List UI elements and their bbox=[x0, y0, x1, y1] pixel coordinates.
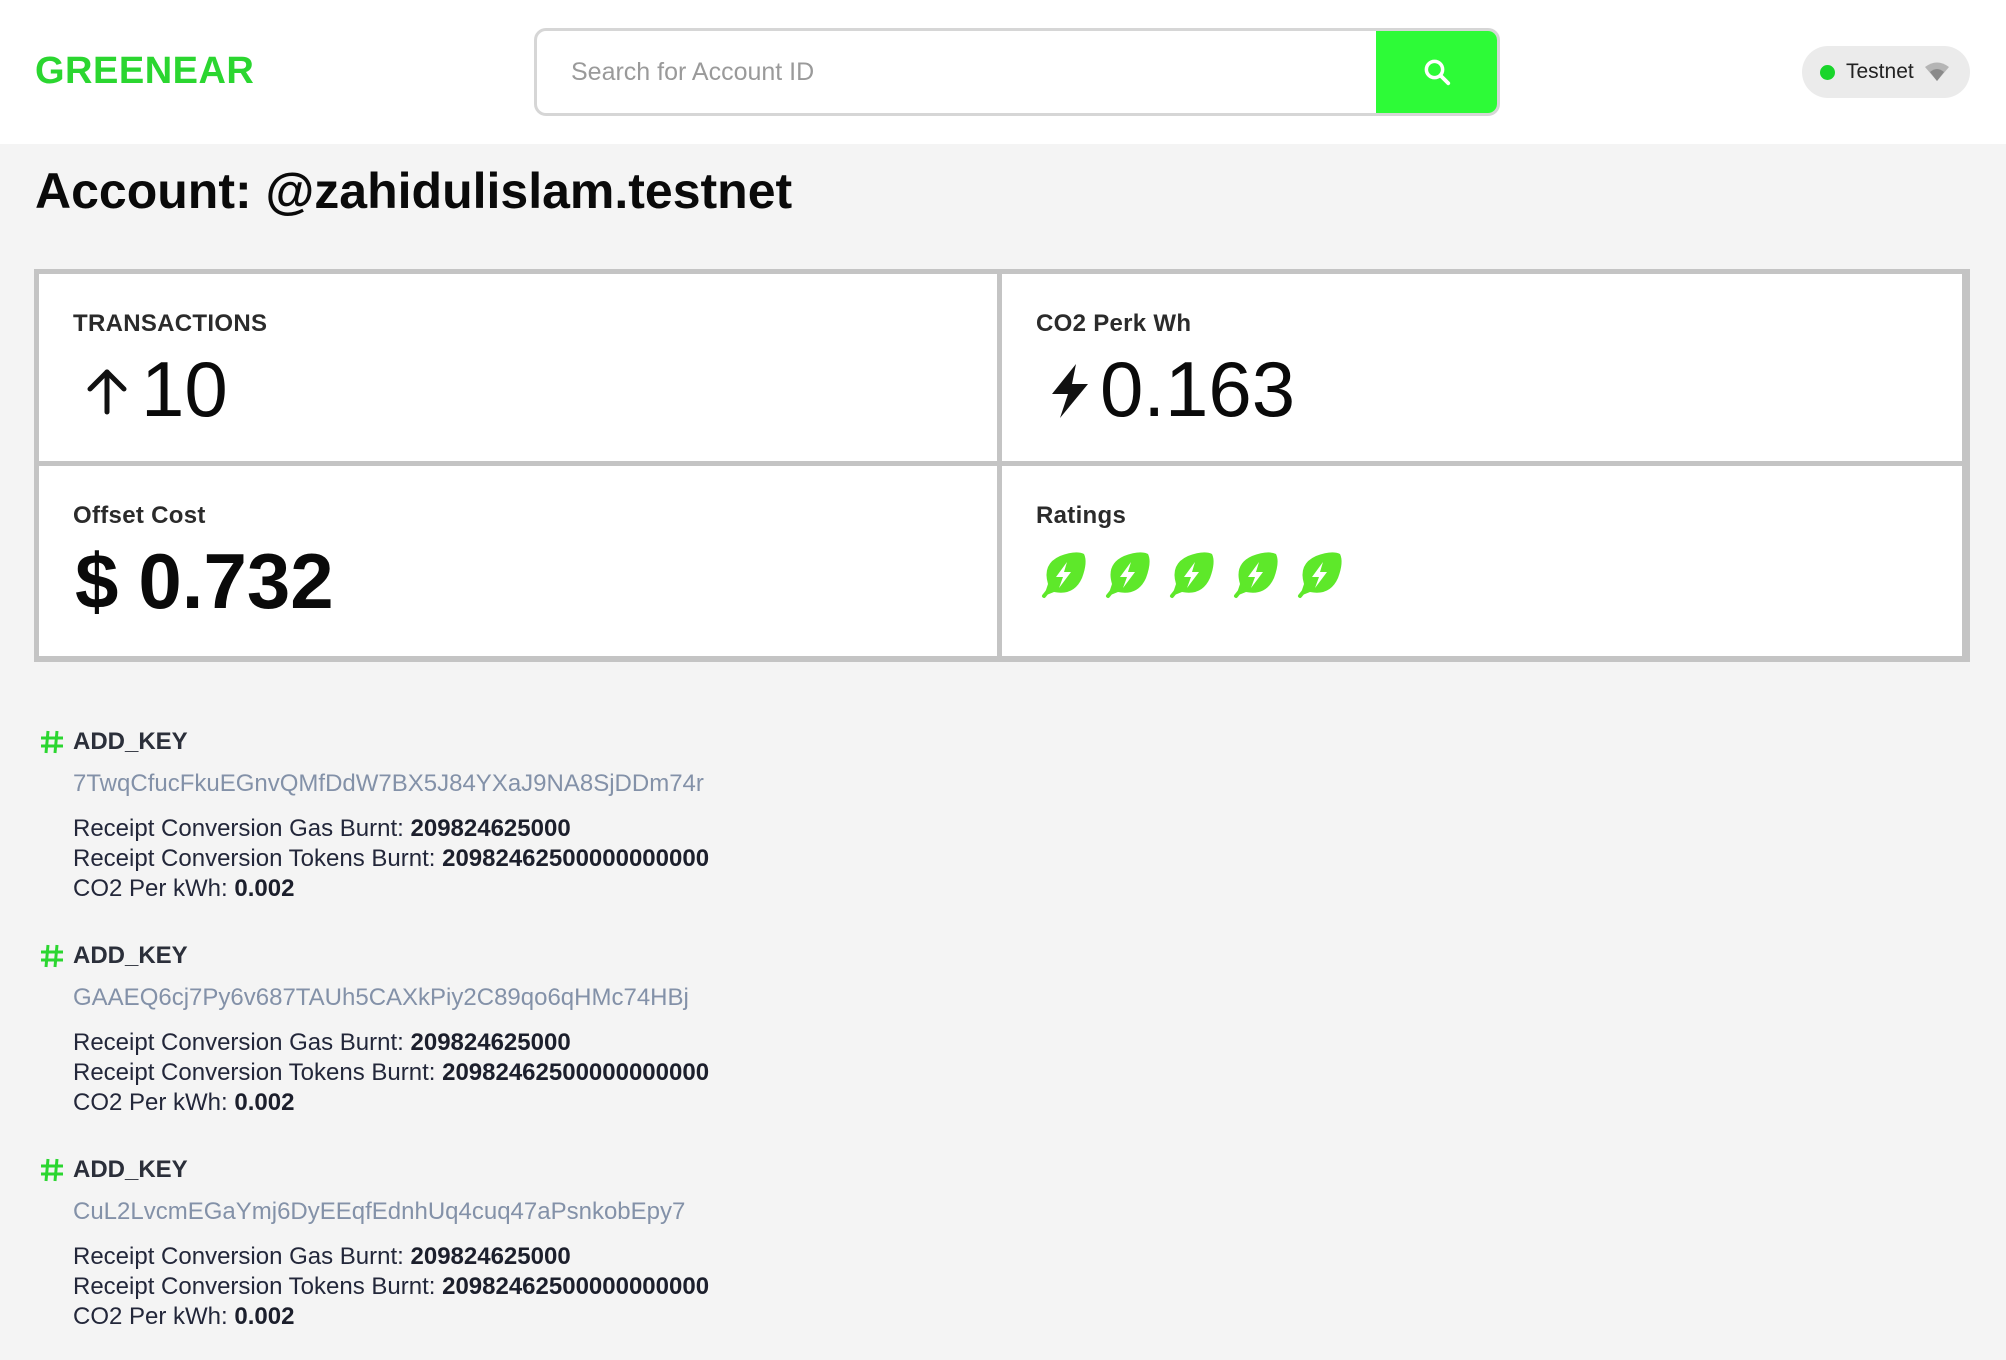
transaction-type: ADD_KEY bbox=[73, 728, 188, 755]
co2-per-kwh-line: CO2 Per kWh: 0.002 bbox=[73, 874, 709, 904]
top-header: GREENEAR Testnet bbox=[0, 0, 2006, 144]
transaction-list: ADD_KEY 7TwqCfucFkuEGnvQMfDdW7BX5J84YXaJ… bbox=[38, 726, 709, 1360]
network-status-dot bbox=[1820, 64, 1835, 80]
gas-burnt-line: Receipt Conversion Gas Burnt: 2098246250… bbox=[73, 1028, 709, 1058]
transaction-hash-link[interactable]: 7TwqCfucFkuEGnvQMfDdW7BX5J84YXaJ9NA8SjDD… bbox=[73, 770, 709, 802]
page-title: Account: @zahidulislam.testnet bbox=[35, 163, 793, 219]
hash-icon bbox=[41, 944, 63, 968]
transaction-details: Receipt Conversion Gas Burnt: 2098246250… bbox=[73, 1028, 709, 1118]
co2-per-kwh-value: 0.002 bbox=[234, 875, 295, 902]
transaction-header: ADD_KEY bbox=[38, 726, 709, 758]
tokens-burnt-value: 20982462500000000000 bbox=[442, 845, 710, 872]
tokens-burnt-line: Receipt Conversion Tokens Burnt: 2098246… bbox=[73, 1272, 709, 1302]
transaction-hash-link[interactable]: GAAEQ6cj7Py6v687TAUh5CAXkPiy2C89qo6qHMc7… bbox=[73, 984, 709, 1016]
transactions-value: 10 bbox=[141, 345, 228, 433]
search-button[interactable] bbox=[1376, 31, 1497, 113]
ratings-row bbox=[1038, 550, 1344, 600]
offset-cost-card: Offset Cost $ 0.732 bbox=[39, 466, 997, 656]
network-label: Testnet bbox=[1846, 60, 1914, 83]
transaction-type: ADD_KEY bbox=[73, 1156, 188, 1183]
ratings-label: Ratings bbox=[1036, 502, 1127, 529]
co2-value: 0.163 bbox=[1100, 345, 1296, 433]
tokens-burnt-line: Receipt Conversion Tokens Burnt: 2098246… bbox=[73, 1058, 709, 1088]
co2-per-kwh-label: CO2 Per kWh: bbox=[73, 875, 228, 902]
arrow-up-icon bbox=[87, 369, 127, 414]
leaf-lightning-icon bbox=[1042, 552, 1086, 598]
transactions-value-row: 10 bbox=[81, 344, 228, 435]
leaf-lightning-icon bbox=[1298, 552, 1342, 598]
offset-cost-label: Offset Cost bbox=[73, 502, 206, 529]
transactions-label: TRANSACTIONS bbox=[73, 310, 268, 337]
transaction-header: ADD_KEY bbox=[38, 1154, 709, 1186]
transaction-details: Receipt Conversion Gas Burnt: 2098246250… bbox=[73, 1242, 709, 1332]
offset-cost-value-row: $ 0.732 bbox=[75, 536, 334, 627]
co2-per-kwh-label: CO2 Per kWh: bbox=[73, 1303, 228, 1330]
gas-burnt-line: Receipt Conversion Gas Burnt: 2098246250… bbox=[73, 814, 709, 844]
co2-per-kwh-value: 0.002 bbox=[234, 1089, 295, 1116]
co2-card: CO2 Perk Wh 0.163 bbox=[1002, 274, 1962, 461]
leaf-lightning-icon bbox=[1106, 552, 1150, 598]
transaction-item: ADD_KEY GAAEQ6cj7Py6v687TAUh5CAXkPiy2C89… bbox=[38, 940, 709, 1118]
tokens-burnt-line: Receipt Conversion Tokens Burnt: 2098246… bbox=[73, 844, 709, 874]
tokens-burnt-value: 20982462500000000000 bbox=[442, 1273, 710, 1300]
leaf-lightning-icon bbox=[1234, 552, 1278, 598]
transaction-item: ADD_KEY 7TwqCfucFkuEGnvQMfDdW7BX5J84YXaJ… bbox=[38, 726, 709, 904]
transaction-item: ADD_KEY CuL2LvcmEGaYmj6DyEEqfEdnhUq4cuq4… bbox=[38, 1154, 709, 1332]
hash-icon bbox=[41, 1158, 63, 1182]
search-input[interactable] bbox=[537, 31, 1382, 113]
search-bar bbox=[534, 28, 1500, 116]
tokens-burnt-label: Receipt Conversion Tokens Burnt: bbox=[73, 845, 436, 872]
app-logo[interactable]: GREENEAR bbox=[35, 50, 254, 93]
gas-burnt-label: Receipt Conversion Gas Burnt: bbox=[73, 1243, 404, 1270]
ratings-card: Ratings bbox=[1002, 466, 1962, 656]
co2-per-kwh-line: CO2 Per kWh: 0.002 bbox=[73, 1088, 709, 1118]
gas-burnt-value: 209824625000 bbox=[410, 815, 571, 842]
lightning-icon bbox=[1052, 363, 1088, 418]
co2-value-row: 0.163 bbox=[1044, 344, 1295, 435]
wifi-icon bbox=[1924, 62, 1949, 81]
hash-icon bbox=[41, 730, 63, 754]
network-selector[interactable]: Testnet bbox=[1802, 46, 1970, 98]
transaction-header: ADD_KEY bbox=[38, 940, 709, 972]
co2-per-kwh-line: CO2 Per kWh: 0.002 bbox=[73, 1302, 709, 1332]
tokens-burnt-value: 20982462500000000000 bbox=[442, 1059, 710, 1086]
co2-per-kwh-value: 0.002 bbox=[234, 1303, 295, 1330]
co2-label: CO2 Perk Wh bbox=[1036, 310, 1192, 337]
transaction-type: ADD_KEY bbox=[73, 942, 188, 969]
search-icon bbox=[1424, 59, 1450, 86]
gas-burnt-line: Receipt Conversion Gas Burnt: 2098246250… bbox=[73, 1242, 709, 1272]
offset-cost-value: 0.732 bbox=[138, 537, 334, 625]
gas-burnt-value: 209824625000 bbox=[410, 1243, 571, 1270]
gas-burnt-label: Receipt Conversion Gas Burnt: bbox=[73, 815, 404, 842]
transaction-hash-link[interactable]: CuL2LvcmEGaYmj6DyEEqfEdnhUq4cuq47aPsnkob… bbox=[73, 1198, 709, 1230]
currency-symbol: $ bbox=[75, 537, 119, 625]
tokens-burnt-label: Receipt Conversion Tokens Burnt: bbox=[73, 1059, 436, 1086]
stats-grid: TRANSACTIONS 10 CO2 Perk Wh 0.163 Offset… bbox=[34, 269, 1970, 662]
gas-burnt-label: Receipt Conversion Gas Burnt: bbox=[73, 1029, 404, 1056]
transactions-card: TRANSACTIONS 10 bbox=[39, 274, 997, 461]
transaction-details: Receipt Conversion Gas Burnt: 2098246250… bbox=[73, 814, 709, 904]
tokens-burnt-label: Receipt Conversion Tokens Burnt: bbox=[73, 1273, 436, 1300]
leaf-lightning-icon bbox=[1170, 552, 1214, 598]
gas-burnt-value: 209824625000 bbox=[410, 1029, 571, 1056]
co2-per-kwh-label: CO2 Per kWh: bbox=[73, 1089, 228, 1116]
